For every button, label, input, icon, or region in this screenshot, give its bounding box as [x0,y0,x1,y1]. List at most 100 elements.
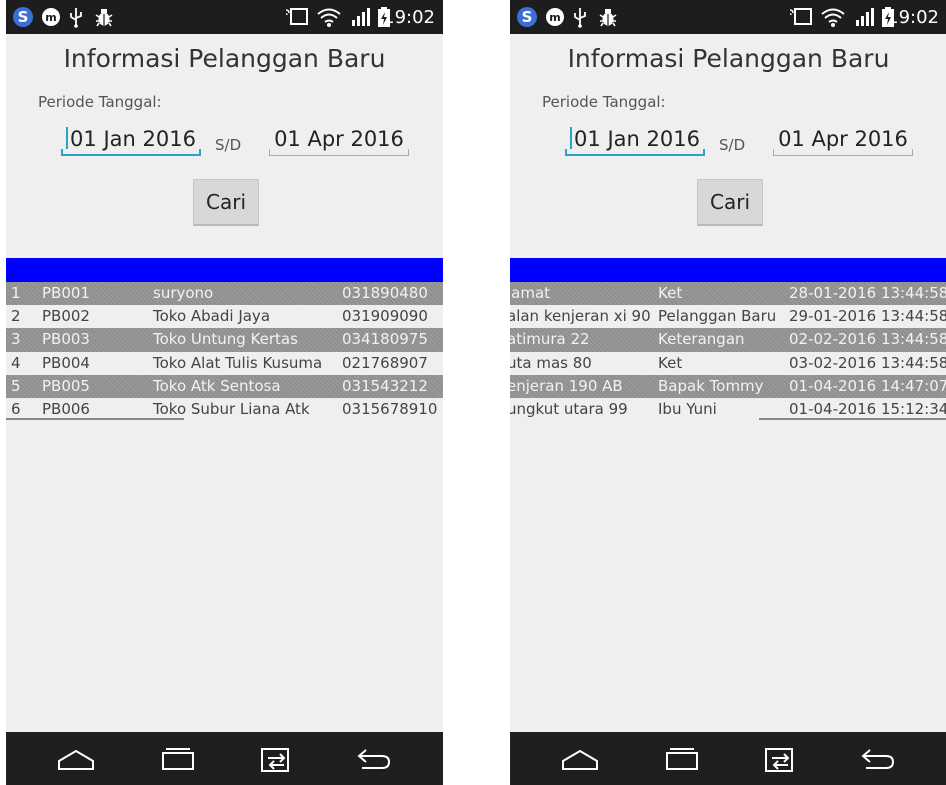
table-cell: Keterangan [658,330,745,349]
date-separator: S/D [719,136,746,154]
horizontal-scrollbar[interactable] [6,417,184,420]
table-cell: uta mas 80 [510,353,592,372]
column-header: Telepon [342,260,400,278]
date-from-field[interactable]: 01 Jan 2016 [61,124,201,156]
table-row[interactable]: lamat Ket 28-01-2016 13:44:58 [510,282,946,306]
svg-text:m: m [45,11,56,24]
date-from-value: 01 Jan 2016 [574,127,700,151]
table-header: No ID Pelanggan Nama Pelanggan Telepon [6,258,443,282]
home-icon[interactable] [558,742,602,776]
table-cell: Ibu Yuni [658,399,717,418]
text-cursor [66,127,69,149]
phone-screen-left: S m 19:02 Informasi Pelanggan Baru Perio… [6,0,443,785]
back-icon[interactable] [856,742,900,776]
underline-tick [269,149,270,156]
switch-window-icon[interactable] [254,742,298,776]
chat-app-icon: m [40,6,62,28]
underline-tick [61,149,63,156]
screen-mirror-icon [788,6,814,28]
table-row[interactable]: atimura 22 Keterangan 02-02-2016 13:44:5… [510,328,946,352]
table-cell: Ket [658,353,683,372]
table-cell: PB003 [42,330,90,349]
back-icon[interactable] [352,742,396,776]
period-label: Periode Tanggal: [38,93,162,111]
table-cell: lamat [510,284,551,302]
column-header: ID Pelanggan [42,260,142,278]
table-cell: 3 [11,330,21,349]
date-to-field[interactable]: 01 Apr 2016 [773,124,913,156]
signal-icon [854,6,878,28]
date-to-underline [269,155,409,156]
date-from-value: 01 Jan 2016 [70,127,196,151]
switch-window-icon[interactable] [758,742,802,776]
table-cell: enjeran 190 AB [510,376,623,395]
table-cell: Toko Subur Liana Atk [153,399,310,418]
status-bar: S m 19:02 [510,0,946,34]
column-header: No [10,260,31,278]
date-from-underline [61,154,201,156]
recent-apps-icon[interactable] [156,742,200,776]
table-row[interactable]: ungkut utara 99 Ibu Yuni 01-04-2016 15:1… [510,397,946,422]
table-cell: PB004 [42,353,90,372]
table-row[interactable]: 6 PB006 Toko Subur Liana Atk 0315678910 [6,397,443,422]
table-cell: Toko Untung Kertas [153,330,298,349]
column-header: Nama Pelanggan [153,260,281,278]
table-row[interactable]: 1 PB001 suryono 031890480 [6,282,443,306]
table-cell: PB002 [42,307,90,326]
table-row[interactable]: 2 PB002 Toko Abadi Jaya 031909090 [6,305,443,329]
search-button[interactable]: Cari [697,179,763,226]
table-cell: 02-02-2016 13:44:58 [789,330,946,349]
table-row[interactable]: alan kenjeran xi 90 Pelanggan Baru 29-01… [510,305,946,329]
table-cell: 4 [11,353,21,372]
table-cell: 034180975 [342,330,428,349]
home-icon[interactable] [54,742,98,776]
status-bar: S m 19:02 [6,0,443,34]
table-cell: 021768907 [342,353,428,372]
table-row[interactable]: enjeran 190 AB Bapak Tommy 01-04-2016 14… [510,374,946,398]
chat-app-icon: m [544,6,566,28]
clock: 19:02 [383,7,435,28]
app-screen: S m 19:02 Informasi Pelanggan Baru Perio… [6,0,443,732]
date-from-underline [565,154,705,156]
table-row[interactable]: uta mas 80 Ket 03-02-2016 13:44:58 [510,351,946,375]
table-cell: 01-04-2016 14:47:07 [789,376,946,395]
debug-bug-icon [598,6,618,28]
table-cell: 031890480 [342,284,428,302]
column-header: Keterangan [658,260,745,278]
column-header: lamat [510,260,551,278]
svg-text:m: m [549,11,560,24]
search-button[interactable]: Cari [193,179,259,226]
underline-tick [912,149,913,156]
underline-tick [703,149,705,156]
table-cell: 1 [11,284,21,302]
page-title: Informasi Pelanggan Baru [567,44,890,73]
date-separator: S/D [215,136,242,154]
svg-text:S: S [18,8,29,26]
s-app-icon: S [516,6,538,28]
horizontal-scrollbar[interactable] [759,417,946,420]
wifi-icon [316,6,342,28]
table-cell: Bapak Tommy [658,376,764,395]
table-row[interactable]: 5 PB005 Toko Atk Sentosa 031543212 [6,374,443,398]
table-cell: atimura 22 [510,330,590,349]
table-cell: suryono [153,284,214,302]
underline-tick [199,149,201,156]
recent-apps-icon[interactable] [660,742,704,776]
date-from-field[interactable]: 01 Jan 2016 [565,124,705,156]
customer-table: lamat Keterangan Tanggal lamat Ket 28-01… [510,258,946,422]
underline-tick [773,149,774,156]
underline-tick [565,149,567,156]
wifi-icon [820,6,846,28]
table-cell: 031543212 [342,376,428,395]
date-to-field[interactable]: 01 Apr 2016 [269,124,409,156]
table-cell: Pelanggan Baru [658,307,777,326]
usb-icon [68,6,84,28]
table-cell: 03-02-2016 13:44:58 [789,353,946,372]
table-row[interactable]: 3 PB003 Toko Untung Kertas 034180975 [6,328,443,352]
nav-bar [6,732,443,785]
debug-bug-icon [94,6,114,28]
table-cell: Ket [658,284,683,302]
table-row[interactable]: 4 PB004 Toko Alat Tulis Kusuma 021768907 [6,351,443,375]
table-cell: PB001 [42,284,90,302]
nav-bar [510,732,946,785]
